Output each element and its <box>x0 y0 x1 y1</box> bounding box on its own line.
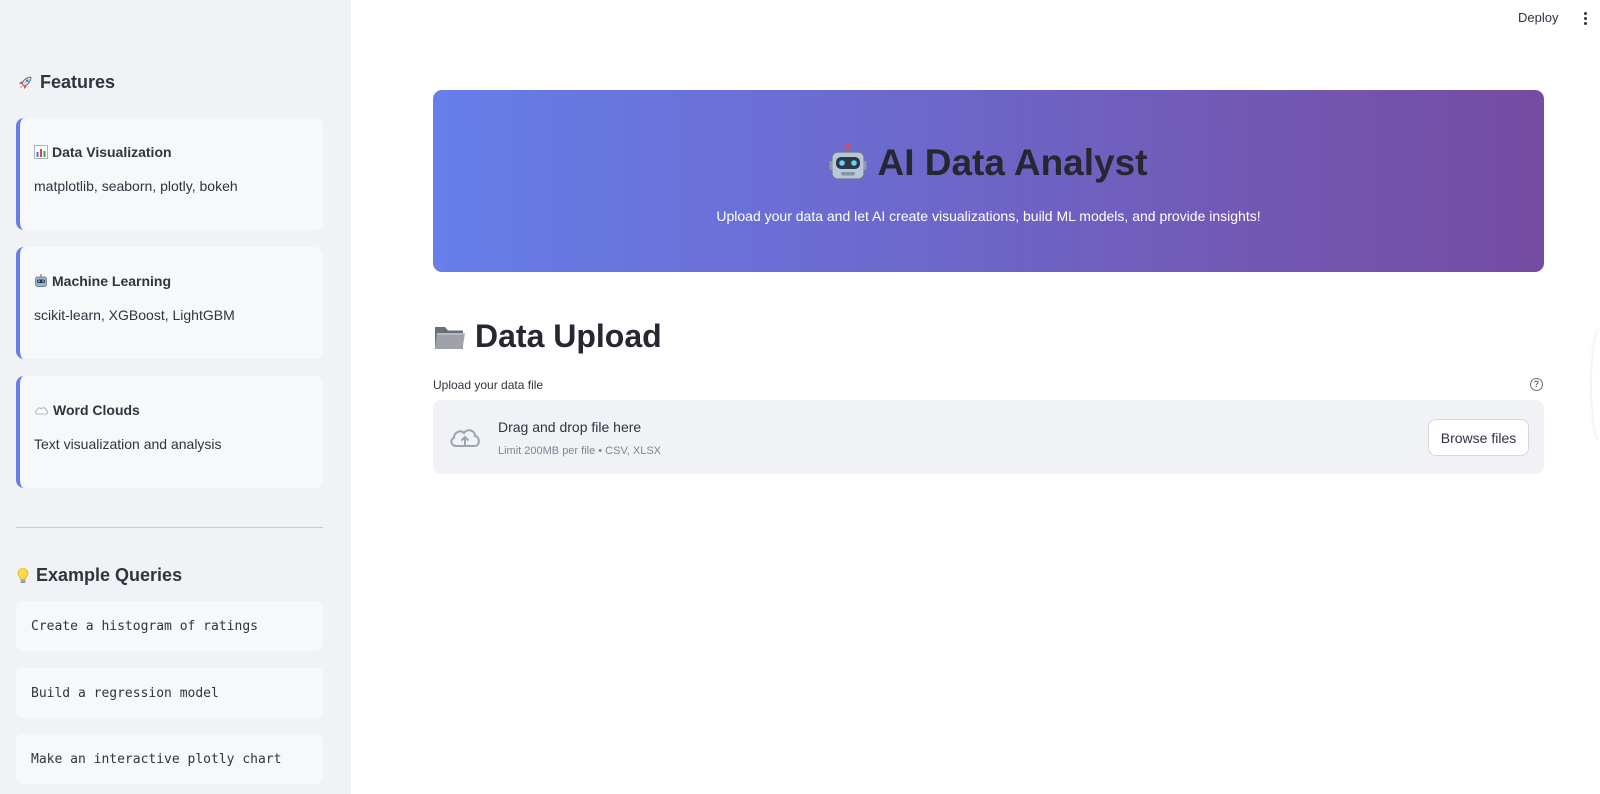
feature-desc: scikit-learn, XGBoost, LightGBM <box>34 307 235 323</box>
feature-title: Data Visualization <box>34 144 323 160</box>
dropzone-instruction: Drag and drop file here <box>498 419 642 435</box>
bar-chart-icon <box>34 145 48 159</box>
feature-card-data-visualization: Data Visualization matplotlib, seaborn, … <box>16 118 323 230</box>
hero-subtitle: Upload your data and let AI create visua… <box>716 208 1261 224</box>
rocket-icon <box>16 74 34 92</box>
feature-title: Machine Learning <box>34 273 323 289</box>
feature-title-text: Data Visualization <box>52 144 172 160</box>
cloud-upload-icon <box>447 422 483 452</box>
upload-label: Upload your data file <box>433 378 544 392</box>
example-queries-heading: Example Queries <box>16 565 182 586</box>
hero-title: AI Data Analyst <box>433 142 1544 184</box>
deploy-button[interactable]: Deploy <box>1518 10 1558 25</box>
feature-card-machine-learning: Machine Learning scikit-learn, XGBoost, … <box>16 247 323 359</box>
hero-banner: AI Data Analyst Upload your data and let… <box>433 90 1544 272</box>
feature-title: Word Clouds <box>34 402 323 418</box>
example-query-item[interactable]: Make an interactive plotly chart <box>16 734 323 784</box>
feature-title-text: Word Clouds <box>53 402 140 418</box>
robot-icon <box>34 274 48 288</box>
folder-icon <box>433 322 467 352</box>
feature-desc: Text visualization and analysis <box>34 436 222 452</box>
features-heading-text: Features <box>40 72 116 92</box>
edge-shadow <box>1592 330 1600 440</box>
feature-card-word-clouds: Word Clouds Text visualization and analy… <box>16 376 323 488</box>
lightbulb-icon <box>16 567 30 585</box>
hero-title-text: AI Data Analyst <box>877 142 1148 183</box>
example-query-item[interactable]: Build a regression model <box>16 668 323 718</box>
cloud-icon <box>34 404 49 416</box>
features-heading: Features <box>16 72 115 93</box>
file-dropzone[interactable]: Drag and drop file here Limit 200MB per … <box>433 400 1544 474</box>
sidebar-divider <box>16 527 323 528</box>
data-upload-heading: Data Upload <box>433 318 662 355</box>
kebab-menu-icon[interactable] <box>1580 8 1590 28</box>
feature-desc: matplotlib, seaborn, plotly, bokeh <box>34 178 238 194</box>
example-queries-heading-text: Example Queries <box>36 565 183 585</box>
sidebar: Features Data Visualization matplotlib, … <box>0 0 351 794</box>
dropzone-limit: Limit 200MB per file • CSV, XLSX <box>498 445 662 457</box>
robot-icon <box>829 144 867 182</box>
app-root: Features Data Visualization matplotlib, … <box>0 0 1600 794</box>
data-upload-heading-text: Data Upload <box>475 318 662 354</box>
example-query-item[interactable]: Create a histogram of ratings <box>16 601 323 651</box>
question-circle-icon[interactable]: ? <box>1530 378 1543 391</box>
feature-title-text: Machine Learning <box>52 273 172 289</box>
browse-files-button[interactable]: Browse files <box>1428 419 1529 456</box>
